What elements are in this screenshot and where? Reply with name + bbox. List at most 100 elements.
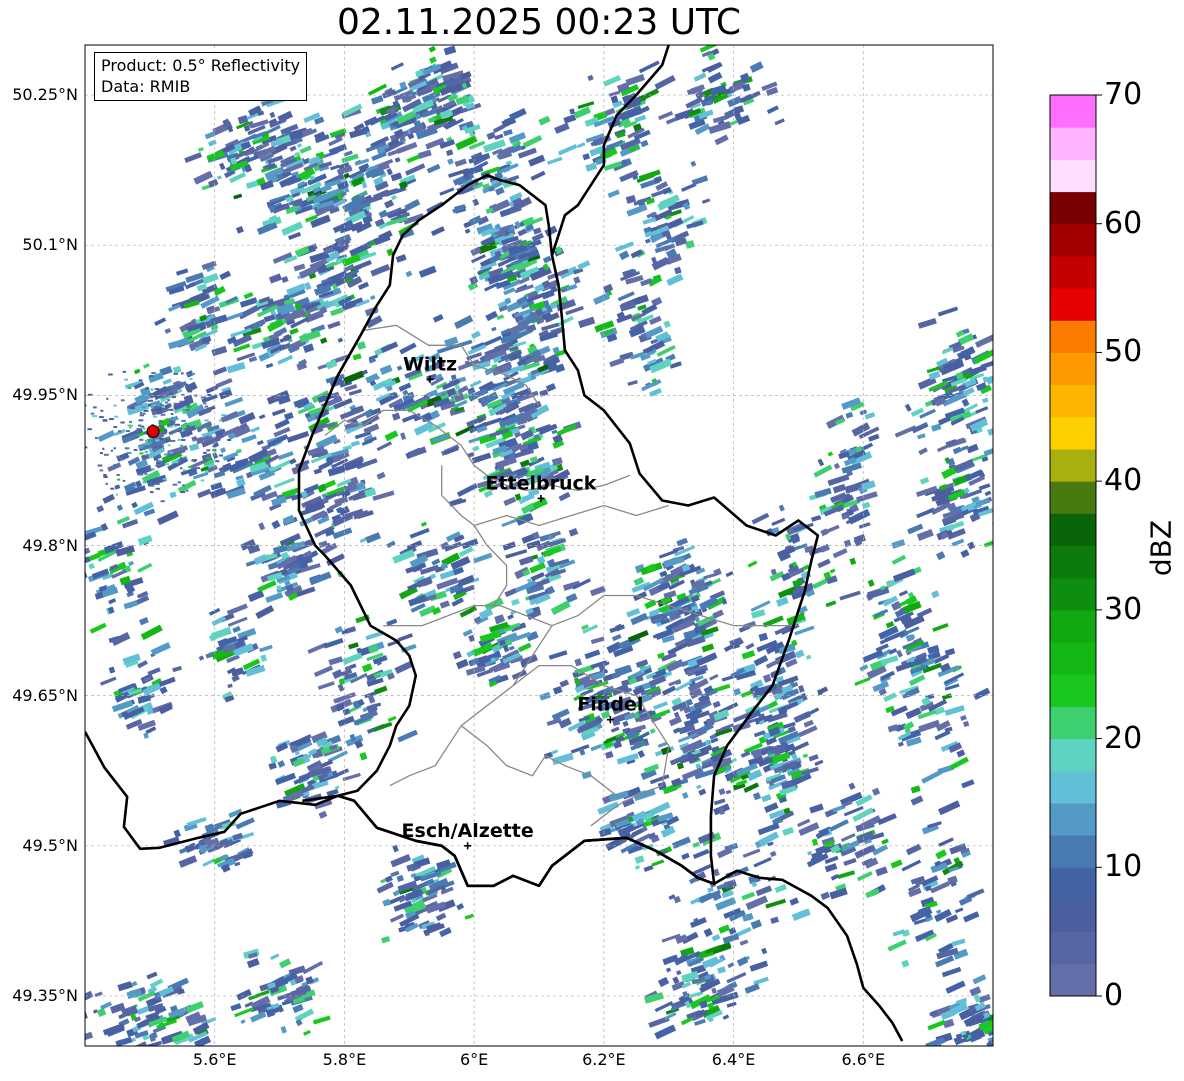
colorbar-segment <box>1050 931 1096 965</box>
clutter-pixel <box>180 467 183 470</box>
clutter-pixel <box>186 374 191 376</box>
clutter-pixel <box>113 426 118 428</box>
colorbar-segment <box>1050 642 1096 675</box>
clutter-pixel <box>160 413 166 416</box>
clutter-pixel <box>173 407 179 409</box>
clutter-pixel <box>150 406 154 408</box>
clutter-pixel <box>110 487 115 490</box>
clutter-pixel <box>115 493 118 496</box>
clutter-pixel <box>160 500 165 503</box>
echo-pixel <box>970 1045 986 1046</box>
clutter-pixel <box>100 409 104 412</box>
clutter-pixel <box>189 378 193 380</box>
colorbar-segment <box>1050 255 1096 289</box>
clutter-pixel <box>177 481 182 484</box>
echo-pixel <box>992 313 993 323</box>
clutter-pixel <box>138 379 143 382</box>
clutter-pixel <box>227 439 232 441</box>
clutter-pixel <box>130 407 135 410</box>
echo-pixel <box>969 1046 991 1058</box>
clutter-pixel <box>167 444 171 447</box>
clutter-pixel <box>203 402 207 405</box>
clutter-pixel <box>164 401 169 404</box>
clutter-pixel <box>200 479 205 482</box>
clutter-pixel <box>138 419 144 422</box>
radar-site <box>146 424 160 438</box>
colorbar-segment <box>1050 609 1096 643</box>
echo-pixel <box>974 1049 993 1062</box>
echo-pixel <box>994 1004 1009 1014</box>
clutter-pixel <box>221 414 227 417</box>
clutter-pixel <box>151 439 156 442</box>
clutter-pixel <box>110 449 113 452</box>
latitude-tick-label: 50.1°N <box>22 235 78 255</box>
latitude-tick-label: 50.25°N <box>12 85 78 105</box>
clutter-pixel <box>77 412 82 414</box>
longitude-tick-label: 6.2°E <box>582 1050 626 1069</box>
data-source-label: Data: RMIB <box>101 77 191 96</box>
clutter-pixel <box>169 408 174 411</box>
echo-pixel <box>180 1052 189 1059</box>
product-info-box: Product: 0.5° Reflectivity Data: RMIB <box>94 52 308 101</box>
clutter-pixel <box>95 437 98 440</box>
clutter-pixel <box>165 409 168 412</box>
clutter-pixel <box>152 441 156 444</box>
clutter-pixel <box>154 445 157 448</box>
clutter-pixel <box>167 399 170 402</box>
clutter-pixel <box>162 478 167 481</box>
clutter-pixel <box>179 400 183 403</box>
clutter-pixel <box>165 459 169 462</box>
clutter-pixel <box>140 411 143 414</box>
clutter-pixel <box>166 436 169 439</box>
clutter-pixel <box>120 399 125 402</box>
echo-pixel <box>112 1051 125 1062</box>
clutter-pixel <box>90 412 95 415</box>
colorbar-segment <box>1050 352 1096 386</box>
clutter-pixel <box>149 491 154 494</box>
clutter-pixel <box>173 402 179 405</box>
clutter-pixel <box>144 472 148 475</box>
clutter-pixel <box>170 440 176 442</box>
clutter-pixel <box>171 396 176 399</box>
clutter-pixel <box>99 452 103 454</box>
clutter-pixel <box>174 425 177 428</box>
clutter-pixel <box>204 419 209 422</box>
colorbar-segment <box>1050 384 1096 418</box>
colorbar-segment <box>1050 95 1096 128</box>
clutter-pixel <box>219 419 222 422</box>
clutter-pixel <box>93 406 97 409</box>
clutter-pixel <box>208 434 212 437</box>
clutter-pixel <box>117 478 121 481</box>
echo-pixel <box>1012 1017 1018 1022</box>
clutter-pixel <box>127 451 132 454</box>
colorbar-segment <box>1050 867 1096 900</box>
clutter-pixel <box>204 405 208 408</box>
clutter-pixel <box>145 442 151 445</box>
clutter-pixel <box>129 420 132 423</box>
echo-pixel <box>145 1047 156 1056</box>
echo-pixel <box>113 1055 127 1064</box>
longitude-tick-label: 6.6°E <box>841 1050 886 1069</box>
clutter-pixel <box>153 405 158 408</box>
longitude-tick-label: 5.6°E <box>192 1050 237 1069</box>
clutter-pixel <box>206 449 211 452</box>
clutter-pixel <box>125 430 130 432</box>
clutter-pixel <box>136 428 142 431</box>
clutter-pixel <box>144 450 149 453</box>
radar-site-marker <box>146 424 160 438</box>
colorbar-tick-label: 20 <box>1104 720 1143 756</box>
clutter-pixel <box>127 424 132 427</box>
colorbar-tick-label: 70 <box>1104 77 1143 112</box>
clutter-pixel <box>158 445 162 448</box>
clutter-pixel <box>160 462 164 465</box>
echo-pixel <box>996 997 1017 1011</box>
radar-map: Wiltz Ettelbruck Findel Esch/Alzette <box>77 44 1102 1068</box>
clutter-pixel <box>138 424 141 427</box>
echo-pixel <box>949 1058 963 1068</box>
colorbar-segment <box>1050 899 1096 933</box>
colorbar <box>1049 94 1102 997</box>
clutter-pixel <box>176 384 181 387</box>
clutter-pixel <box>191 426 194 429</box>
colorbar-segment <box>1050 802 1096 836</box>
colorbar-tick-label: 50 <box>1104 334 1143 370</box>
